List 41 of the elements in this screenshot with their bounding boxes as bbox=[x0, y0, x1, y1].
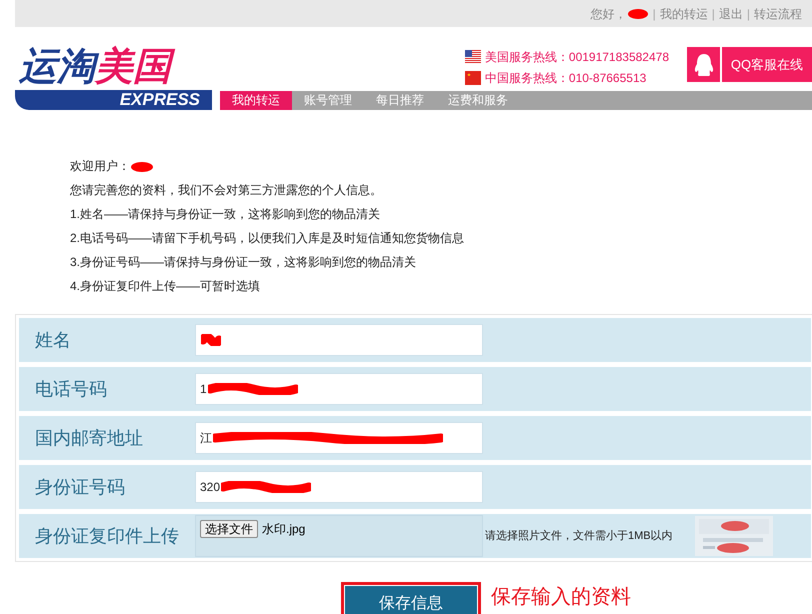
hotline-text: 美国服务热线：001917183582478 bbox=[484, 49, 669, 66]
instruction-text: 您请完善您的资料，我们不会对第三方泄露您的个人信息。 bbox=[70, 183, 383, 198]
instruction-text: 4.身份证复印件上传——可暂时选填 bbox=[70, 279, 262, 294]
nav-tab[interactable]: 运费和服务 bbox=[436, 91, 520, 110]
field-label: 姓名 bbox=[34, 328, 72, 352]
instruction-text: 2.电话号码——请留下手机号码，以便我们入库是及时短信通知您货物信息 bbox=[70, 231, 466, 246]
welcome-text: 欢迎用户： bbox=[70, 159, 130, 174]
separator: | bbox=[712, 6, 715, 22]
logo: 运淘美国 EXPRESS bbox=[15, 45, 212, 109]
separator: | bbox=[652, 6, 656, 22]
separator: | bbox=[746, 6, 750, 22]
file-name: 水印.jpg bbox=[262, 521, 306, 538]
field-label: 身份证号码 bbox=[34, 476, 126, 498]
file-field[interactable]: 选择文件 水印.jpg bbox=[195, 515, 483, 557]
annotation-text: 保存输入的资料 bbox=[491, 585, 631, 610]
redaction-scribble bbox=[130, 160, 154, 172]
field-label: 国内邮寄地址 bbox=[34, 426, 144, 450]
upload-hint: 请选择照片文件，文件需小于1MB以内 bbox=[485, 528, 673, 544]
input-field[interactable]: 1 bbox=[195, 373, 483, 405]
instruction-text: 3.身份证号码——请保持与身份证一致，这将影响到您的物品清关 bbox=[70, 255, 418, 270]
greeting-text: 您好， bbox=[590, 6, 627, 22]
save-button[interactable]: 保存信息 bbox=[345, 586, 477, 614]
nav-tab[interactable]: 账号管理 bbox=[292, 91, 364, 110]
penguin-icon bbox=[694, 52, 714, 76]
instruction-text: 1.姓名——请保持与身份证一致，这将影响到您的物品清关 bbox=[70, 207, 382, 222]
flag-icon bbox=[464, 71, 481, 85]
qq-service-button[interactable]: QQ客服在线 bbox=[687, 47, 812, 82]
field-label: 身份证复印件上传 bbox=[34, 524, 180, 548]
choose-file-button[interactable]: 选择文件 bbox=[200, 520, 258, 538]
nav-tab[interactable]: 我的转运 bbox=[220, 91, 292, 110]
top-link[interactable]: 转运流程 bbox=[754, 4, 802, 22]
nav-tab[interactable]: 每日推荐 bbox=[364, 91, 436, 110]
input-field[interactable]: 320 bbox=[195, 471, 483, 503]
top-link[interactable]: 我的转运 bbox=[660, 4, 708, 22]
top-link[interactable]: 退出 bbox=[718, 4, 743, 22]
input-field[interactable]: 江 bbox=[195, 422, 483, 454]
input-field[interactable] bbox=[195, 324, 483, 356]
flag-icon bbox=[464, 50, 481, 64]
redaction-scribble bbox=[626, 8, 649, 20]
field-label: 电话号码 bbox=[34, 378, 108, 400]
hotline-text: 中国服务热线：010-87665513 bbox=[484, 70, 646, 87]
